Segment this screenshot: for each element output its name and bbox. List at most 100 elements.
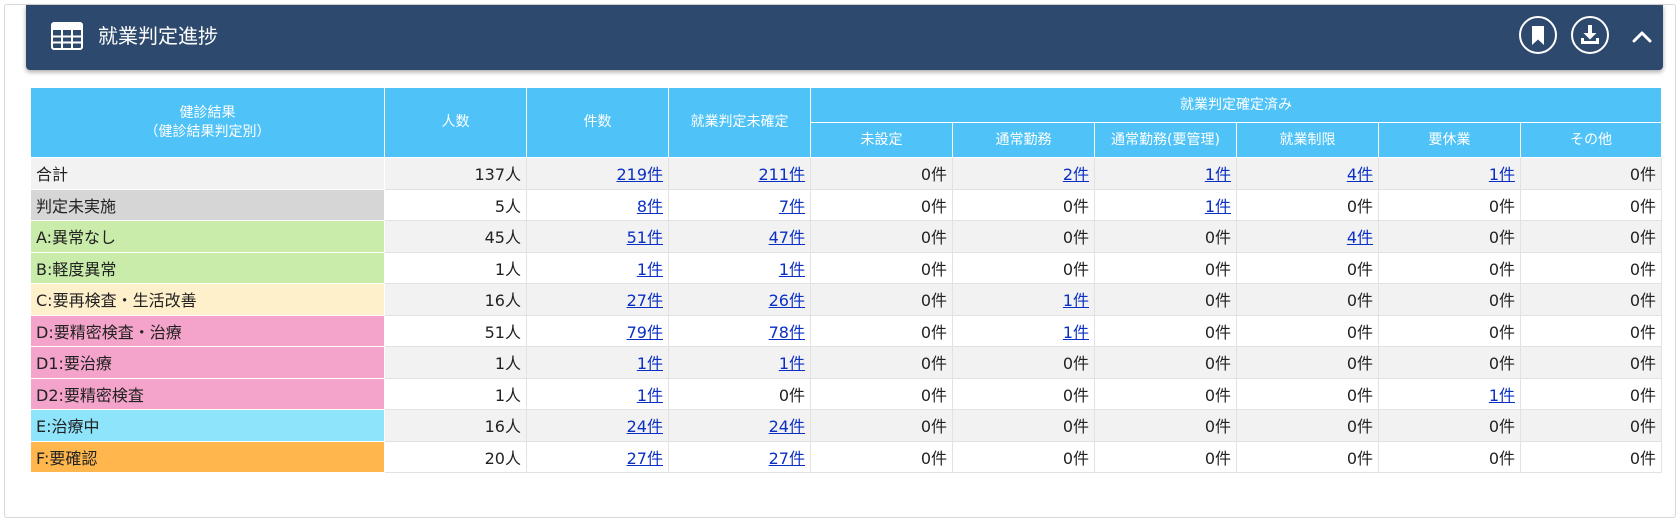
table-cell: 0件 (1520, 283, 1662, 316)
card-header: 就業判定進捗 (26, 5, 1663, 70)
row-label: D1:要治療 (30, 346, 385, 379)
table-cell: 0件 (1094, 251, 1237, 284)
count-link[interactable]: 7件 (779, 197, 805, 216)
count-link[interactable]: 1件 (1205, 197, 1231, 216)
table-cell: 0件 (1236, 346, 1379, 379)
table-cell: 0件 (1520, 409, 1662, 442)
table-cell: 0件 (1236, 314, 1379, 347)
table-cell: 0件 (952, 409, 1095, 442)
count-link[interactable]: 24件 (769, 417, 805, 436)
count-link[interactable]: 8件 (637, 197, 663, 216)
table-cell: 79件 (526, 314, 669, 347)
table-cell: 16人 (384, 283, 527, 316)
table-cell: 0件 (1520, 220, 1662, 253)
count-link[interactable]: 27件 (769, 449, 805, 468)
table-cell: 0件 (810, 440, 953, 473)
download-button[interactable] (1571, 16, 1609, 54)
col-header-count: 件数 (526, 87, 669, 158)
count-link[interactable]: 2件 (1063, 165, 1089, 184)
count-link[interactable]: 78件 (769, 323, 805, 342)
count-link[interactable]: 1件 (1205, 165, 1231, 184)
table-cell: 24件 (526, 409, 669, 442)
table-cell: 2件 (952, 157, 1095, 190)
col-header-confirmed-group: 就業判定確定済み (810, 87, 1662, 123)
table-cell: 0件 (1378, 220, 1521, 253)
table-cell: 4件 (1236, 157, 1379, 190)
table-row: 判定未実施 5人 8件 7件 0件 0件 1件 0件 0件 0件 (30, 188, 1662, 221)
table-cell: 1件 (952, 314, 1095, 347)
count-link[interactable]: 79件 (627, 323, 663, 342)
table-cell: 0件 (1520, 157, 1662, 190)
count-link[interactable]: 24件 (627, 417, 663, 436)
count-link[interactable]: 1件 (779, 260, 805, 279)
count-link[interactable]: 1件 (1489, 386, 1515, 405)
table-cell: 0件 (1378, 283, 1521, 316)
row-label: F:要確認 (30, 440, 385, 473)
table-cell: 51人 (384, 314, 527, 347)
table-cell: 51件 (526, 220, 669, 253)
count-link[interactable]: 1件 (637, 386, 663, 405)
table-cell: 0件 (1094, 314, 1237, 347)
count-link[interactable]: 219件 (616, 165, 663, 184)
row-label: D2:要精密検査 (30, 377, 385, 410)
table-cell: 1人 (384, 251, 527, 284)
count-link[interactable]: 1件 (1063, 291, 1089, 310)
table-cell: 0件 (1236, 188, 1379, 221)
table-cell: 0件 (1378, 314, 1521, 347)
table-cell: 0件 (952, 220, 1095, 253)
count-link[interactable]: 1件 (1489, 165, 1515, 184)
table-cell: 0件 (1378, 409, 1521, 442)
table-cell: 137人 (384, 157, 527, 190)
bookmark-button[interactable] (1519, 16, 1557, 54)
table-cell: 27件 (668, 440, 811, 473)
table-cell: 0件 (1378, 440, 1521, 473)
table-cell: 27件 (526, 440, 669, 473)
table-cell: 0件 (1094, 440, 1237, 473)
count-link[interactable]: 4件 (1347, 228, 1373, 247)
table-cell: 0件 (810, 377, 953, 410)
table-cell: 8件 (526, 188, 669, 221)
table-cell: 0件 (1094, 346, 1237, 379)
table-row: D:要精密検査・治療 51人 79件 78件 0件 1件 0件 0件 0件 0件 (30, 314, 1662, 347)
collapse-chevron-icon[interactable] (1630, 27, 1654, 47)
table-cell: 0件 (1094, 409, 1237, 442)
table-cell: 0件 (1236, 377, 1379, 410)
col-header-work-restriction: 就業制限 (1236, 122, 1379, 158)
table-cell: 0件 (810, 283, 953, 316)
row-label: A:異常なし (30, 220, 385, 253)
count-link[interactable]: 1件 (637, 354, 663, 373)
table-cell: 0件 (810, 188, 953, 221)
count-link[interactable]: 26件 (769, 291, 805, 310)
count-link[interactable]: 211件 (758, 165, 805, 184)
count-link[interactable]: 27件 (627, 449, 663, 468)
col-header-normal-work: 通常勤務 (952, 122, 1095, 158)
table-row: C:要再検査・生活改善 16人 27件 26件 0件 1件 0件 0件 0件 0件 (30, 283, 1662, 316)
table-cell: 0件 (668, 377, 811, 410)
table-cell: 211件 (668, 157, 811, 190)
row-label: E:治療中 (30, 409, 385, 442)
table-cell: 0件 (810, 314, 953, 347)
table-cell: 0件 (1094, 377, 1237, 410)
table-cell: 24件 (668, 409, 811, 442)
count-link[interactable]: 47件 (769, 228, 805, 247)
count-link[interactable]: 1件 (637, 260, 663, 279)
table-cell: 1件 (952, 283, 1095, 316)
count-link[interactable]: 51件 (627, 228, 663, 247)
table-cell: 0件 (952, 346, 1095, 379)
table-cell: 0件 (952, 440, 1095, 473)
progress-card: 就業判定進捗 健診結果 （健診結果判定別） 人数 件数 就業判定未確定 就業判定… (4, 4, 1676, 518)
table-cell: 0件 (1236, 283, 1379, 316)
table-cell: 5人 (384, 188, 527, 221)
count-link[interactable]: 27件 (627, 291, 663, 310)
page-title: 就業判定進捗 (98, 24, 218, 48)
col-header-other: その他 (1520, 122, 1662, 158)
table-cell: 0件 (810, 251, 953, 284)
judgment-progress-table: 健診結果 （健診結果判定別） 人数 件数 就業判定未確定 就業判定確定済み 未設… (30, 87, 1662, 473)
row-label: 合計 (30, 157, 385, 190)
table-cell: 0件 (1520, 440, 1662, 473)
table-cell: 45人 (384, 220, 527, 253)
count-link[interactable]: 1件 (1063, 323, 1089, 342)
table-cell: 0件 (1520, 377, 1662, 410)
count-link[interactable]: 1件 (779, 354, 805, 373)
count-link[interactable]: 4件 (1347, 165, 1373, 184)
